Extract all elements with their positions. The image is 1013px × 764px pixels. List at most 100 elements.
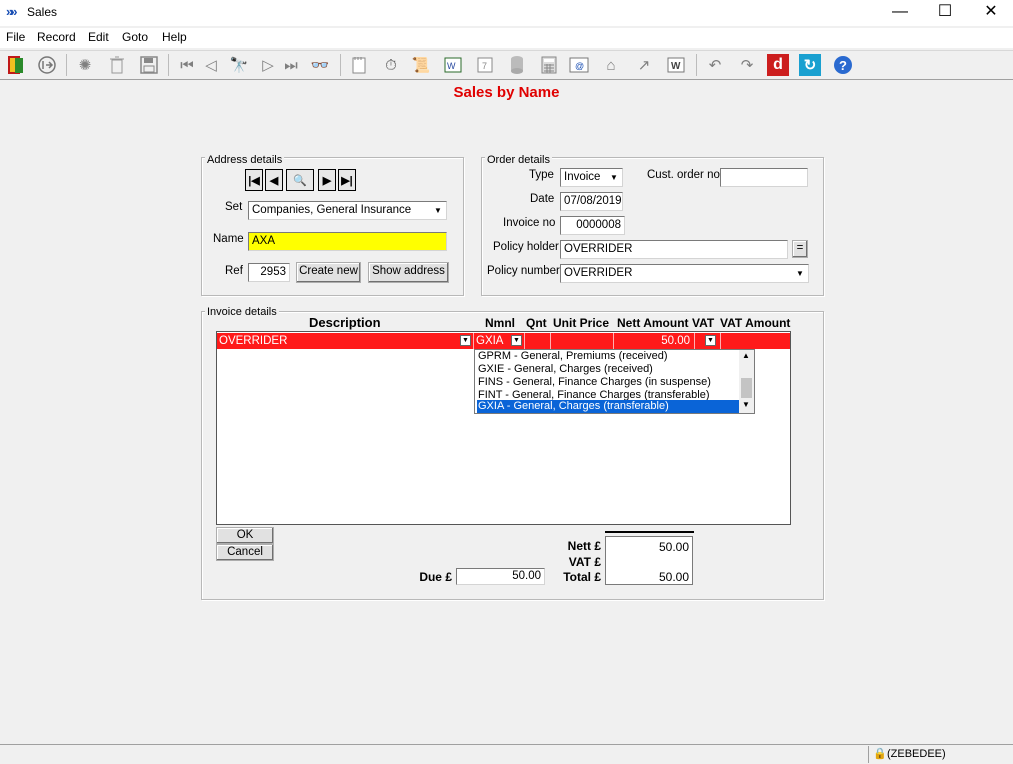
row-description[interactable]: OVERRIDER [217,333,473,349]
calendar-icon[interactable]: 7 [474,54,496,76]
svg-text:7: 7 [482,61,487,71]
lock-icon: 🔒 [873,748,887,760]
list-item[interactable]: GPRM - General, Premiums (received) [477,350,741,363]
notepad-icon[interactable] [348,54,370,76]
save-icon[interactable] [138,54,160,76]
cancel-button[interactable]: Cancel [216,544,274,561]
app-logo-icon: »» [6,4,17,19]
policy-number-dropdown[interactable]: OVERRIDER ▼ [560,264,809,283]
create-new-button[interactable]: Create new [296,262,361,283]
trend-icon[interactable]: ↗ [633,54,655,76]
row-qnt[interactable] [525,333,550,349]
cust-order-field[interactable] [720,168,808,187]
invoice-no-field[interactable]: 0000008 [560,216,625,235]
menu-file[interactable]: File [6,30,25,44]
table-row[interactable]: OVERRIDER ▼ GXIA ▼ 50.00 ▼ [217,333,790,349]
order-details-legend: Order details [485,154,552,166]
dropdown-scrollbar[interactable]: ▲ ▼ [739,350,754,413]
menu-record[interactable]: Record [37,30,76,44]
total-label: Total £ [563,570,601,584]
menu-help[interactable]: Help [162,30,187,44]
nett-label: Nett £ [567,539,601,553]
policy-number-label: Policy number [487,265,560,277]
col-header-nmnl: Nmnl [485,316,515,330]
invoice-no-label: Invoice no [503,217,556,229]
totals-box: 50.00 50.00 [605,536,693,585]
last-icon[interactable]: ⏭ [280,54,302,76]
undo-icon[interactable]: ↶ [704,54,726,76]
new-icon[interactable]: ✺ [74,54,96,76]
window-title: Sales [27,5,58,19]
set-dropdown[interactable]: Companies, General Insurance ▼ [248,201,447,220]
scrollbar-thumb[interactable] [741,378,752,398]
policy-holder-label: Policy holder [493,241,559,253]
list-item[interactable]: FINS - General, Finance Charges (in susp… [477,376,741,389]
word-icon[interactable]: W [442,54,464,76]
delete-icon[interactable] [106,54,128,76]
col-header-unit-price: Unit Price [553,316,610,330]
svg-text:?: ? [839,58,847,73]
nav-find-button[interactable]: 🔍 [286,169,314,191]
glasses-icon[interactable]: 👓 [309,54,331,76]
help-icon[interactable]: ? [832,54,854,76]
vat-label: VAT £ [568,555,601,569]
policy-holder-lookup-button[interactable]: = [792,240,808,258]
list-item[interactable]: GXIE - General, Charges (received) [477,363,741,376]
chevron-down-icon[interactable]: ▼ [742,400,750,409]
minimize-button[interactable]: — [877,0,923,26]
row-unit-price[interactable] [551,333,613,349]
back-icon[interactable] [36,54,58,76]
exit-icon[interactable] [5,54,27,76]
nav-last-button[interactable]: ▶| [338,169,356,191]
prev-icon[interactable]: ◁ [200,54,222,76]
scroll-icon[interactable]: 📜 [410,54,432,76]
svg-text:@: @ [575,61,584,71]
col-header-vat: VAT [692,316,715,330]
nav-next-button[interactable]: ▶ [318,169,336,191]
chevron-down-icon[interactable]: ▼ [606,170,621,185]
close-button[interactable]: ✕ [968,0,1013,26]
chevron-down-icon[interactable]: ▼ [430,203,445,218]
row-nett-amount[interactable]: 50.00 [614,333,692,349]
first-icon[interactable]: ⏮ [176,54,198,76]
svg-text:W: W [447,61,456,71]
timer-icon[interactable]: ⏱ [380,54,402,76]
chevron-down-icon[interactable]: ▼ [460,335,471,346]
list-item-selected[interactable]: GXIA - General, Charges (transferable) [477,400,741,413]
status-bar: 🔒 (ZEBEDEE) [0,744,1013,764]
col-header-description: Description [309,315,381,330]
policy-holder-field[interactable]: OVERRIDER [560,240,788,259]
row-vat-amount[interactable] [721,333,790,349]
col-header-vat-amount: VAT Amount [720,316,791,330]
refresh-icon[interactable]: ↻ [799,54,821,76]
chevron-down-icon[interactable]: ▼ [705,335,716,346]
find-icon[interactable]: 🔭 [228,54,250,76]
type-dropdown[interactable]: Invoice ▼ [560,168,623,187]
calculator-icon[interactable] [538,54,560,76]
ref-field[interactable]: 2953 [248,263,290,282]
d-icon[interactable]: d [767,54,789,76]
next-icon[interactable]: ▷ [257,54,279,76]
date-field[interactable]: 07/08/2019 [560,192,623,211]
email-icon[interactable]: @ [568,54,590,76]
chevron-down-icon[interactable]: ▼ [792,266,807,281]
show-address-button[interactable]: Show address [368,262,449,283]
totals-divider [605,531,694,533]
database-icon[interactable] [506,54,528,76]
nav-prev-button[interactable]: ◀ [265,169,283,191]
status-user: (ZEBEDEE) [887,748,946,760]
wordpad-icon[interactable]: W [665,54,687,76]
chevron-down-icon[interactable]: ▼ [511,335,522,346]
nav-first-button[interactable]: |◀ [245,169,263,191]
redo-icon[interactable]: ↷ [736,54,758,76]
ok-button[interactable]: OK [216,527,274,544]
menu-edit[interactable]: Edit [88,30,109,44]
chevron-up-icon[interactable]: ▲ [742,351,750,360]
home-icon[interactable]: ⌂ [600,54,622,76]
name-field[interactable]: AXA [248,232,447,251]
due-label: Due £ [419,570,452,584]
nominal-dropdown-list[interactable]: GPRM - General, Premiums (received) GXIE… [474,349,755,414]
menu-goto[interactable]: Goto [122,30,148,44]
maximize-button[interactable]: ☐ [922,0,968,26]
toolbar: ✺ ⏮ ◁ 🔭 ▷ ⏭ 👓 ⏱ 📜 W 7 @ ⌂ ↗ W ↶ ↷ d ↻ ? [0,50,1013,80]
